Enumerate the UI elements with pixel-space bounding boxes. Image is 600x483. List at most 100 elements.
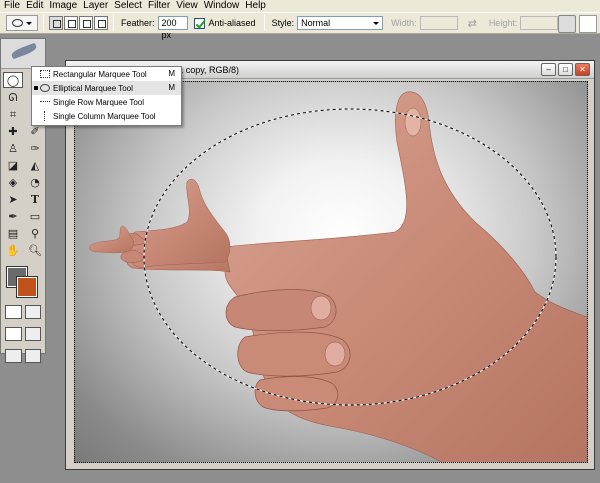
menu-help[interactable]: Help: [245, 0, 272, 12]
divider: [263, 15, 265, 31]
hand-icon: ✋: [6, 243, 20, 257]
pen-icon: ✒: [8, 209, 18, 223]
quick-mask-mode-button[interactable]: [24, 305, 41, 319]
medium-hand: [127, 178, 231, 268]
fingernail: [324, 341, 346, 367]
options-right-icons: [558, 13, 600, 35]
color-swatches: [5, 266, 45, 301]
chevron-down-icon: [373, 21, 380, 25]
elliptical-marquee-icon: [40, 84, 50, 92]
history-brush-tool[interactable]: ✑: [25, 140, 45, 156]
note-icon: ▤: [7, 226, 19, 240]
pen-tool[interactable]: ✒: [3, 208, 23, 224]
selected-bullet-icon: [34, 86, 38, 90]
menu-image[interactable]: Image: [49, 0, 83, 12]
hand-tool[interactable]: ✋: [3, 242, 23, 258]
type-tool[interactable]: T: [25, 191, 45, 207]
marquee-tool[interactable]: ◯: [3, 72, 23, 88]
anti-aliased-checkbox[interactable]: [193, 17, 205, 29]
lasso-icon: ᘏ: [8, 90, 18, 104]
screen-mode-row: [1, 323, 45, 345]
window-controls: – □ ✕: [541, 63, 590, 76]
menu-layer[interactable]: Layer: [83, 0, 114, 12]
eyedropper-icon: ⚲: [30, 226, 40, 240]
zoom-tool[interactable]: 🔍︎: [25, 242, 45, 258]
flyout-item-label: Single Column Marquee Tool: [53, 111, 156, 121]
flyout-item-label: Rectangular Marquee Tool: [53, 69, 147, 79]
flyout-item-label: Single Row Marquee Tool: [53, 97, 145, 107]
crop-icon: ⌗: [9, 107, 17, 121]
clone-stamp-tool[interactable]: ♙: [3, 140, 23, 156]
eraser-tool[interactable]: ◪: [3, 157, 23, 173]
subtract-from-selection-button[interactable]: [79, 16, 93, 30]
shape-tool[interactable]: ▭: [25, 208, 45, 224]
add-to-selection-button[interactable]: [64, 16, 78, 30]
mask-mode-row: [1, 301, 45, 323]
background-color-swatch[interactable]: [16, 276, 38, 298]
history-brush-icon: ✑: [30, 141, 40, 155]
bandage-icon: ✚: [8, 124, 18, 138]
shortcut-label: M: [168, 83, 175, 92]
eyedropper-tool[interactable]: ⚲: [25, 225, 45, 241]
document-canvas[interactable]: [74, 81, 588, 463]
close-button[interactable]: ✕: [575, 63, 590, 76]
feather-input[interactable]: 200 px: [157, 16, 188, 40]
height-input[interactable]: [520, 16, 559, 30]
standard-mode-button[interactable]: [5, 305, 22, 319]
style-select[interactable]: Normal: [297, 16, 384, 30]
menu-view[interactable]: View: [176, 0, 204, 12]
options-bar: Feather: 200 px Anti-aliased Style: Norm…: [0, 12, 600, 40]
height-label: Height:: [488, 18, 518, 28]
zoom-icon: 🔍︎: [28, 243, 42, 257]
arrow-icon: ➤: [8, 192, 18, 206]
menu-edit[interactable]: Edit: [26, 0, 49, 12]
single-column-marquee-icon: [44, 111, 46, 121]
path-selection-tool[interactable]: ➤: [3, 191, 23, 207]
swap-dimensions-icon[interactable]: ⇄: [468, 17, 477, 30]
flyout-item-single-row-marquee[interactable]: Single Row Marquee Tool: [32, 95, 181, 109]
healing-brush-tool[interactable]: ✚: [3, 123, 23, 139]
hand-artwork: [89, 91, 587, 462]
divider: [43, 15, 44, 31]
checkmark-icon[interactable]: [24, 349, 41, 363]
blur-tool[interactable]: ◈: [3, 174, 23, 190]
menu-filter[interactable]: Filter: [148, 0, 176, 12]
width-input[interactable]: [419, 16, 458, 30]
adobe-feather-logo[interactable]: [1, 39, 45, 69]
elliptical-marquee-icon: [12, 19, 23, 27]
standard-screen-mode-button[interactable]: [5, 327, 22, 341]
dodge-tool[interactable]: ◔: [25, 174, 45, 190]
menu-select[interactable]: Select: [114, 0, 148, 12]
brush-icon: ✐: [30, 124, 40, 138]
menu-file[interactable]: File: [4, 0, 26, 12]
rectangular-marquee-icon: [40, 70, 50, 78]
notes-tool[interactable]: ▤: [3, 225, 23, 241]
flyout-item-rectangular-marquee[interactable]: Rectangular Marquee Tool M: [32, 67, 181, 81]
minimize-button[interactable]: –: [541, 63, 556, 76]
intersect-selection-button[interactable]: [94, 16, 108, 30]
printer-icon[interactable]: [558, 15, 576, 33]
jump-to-imageready-button[interactable]: [5, 349, 22, 363]
selection-mode-group: [49, 16, 108, 30]
elliptical-marquee-icon: ◯: [6, 73, 20, 87]
full-screen-menu-mode-button[interactable]: [24, 327, 41, 341]
shortcut-label: M: [168, 69, 175, 78]
lasso-tool[interactable]: ᘏ: [3, 89, 23, 105]
dodge-icon: ◔: [30, 175, 40, 189]
crop-tool[interactable]: ⌗: [3, 106, 23, 122]
maximize-button[interactable]: □: [558, 63, 573, 76]
flyout-item-elliptical-marquee[interactable]: Elliptical Marquee Tool M: [32, 81, 181, 95]
paint-bucket-icon: ◭: [30, 158, 40, 172]
menu-window[interactable]: Window: [204, 0, 246, 12]
paint-bucket-tool[interactable]: ◭: [25, 157, 45, 173]
style-label: Style:: [271, 18, 295, 28]
eraser-icon: ◪: [7, 158, 19, 172]
rectangle-shape-icon: ▭: [29, 209, 41, 223]
new-selection-button[interactable]: [49, 16, 63, 30]
marquee-tool-flyout: Rectangular Marquee Tool M Elliptical Ma…: [31, 66, 182, 126]
flyout-item-single-column-marquee[interactable]: Single Column Marquee Tool: [32, 109, 181, 123]
divider: [113, 15, 114, 31]
tool-preset-picker[interactable]: [6, 15, 38, 31]
palette-well-icon[interactable]: [579, 15, 597, 33]
tiny-hand: [89, 225, 134, 254]
